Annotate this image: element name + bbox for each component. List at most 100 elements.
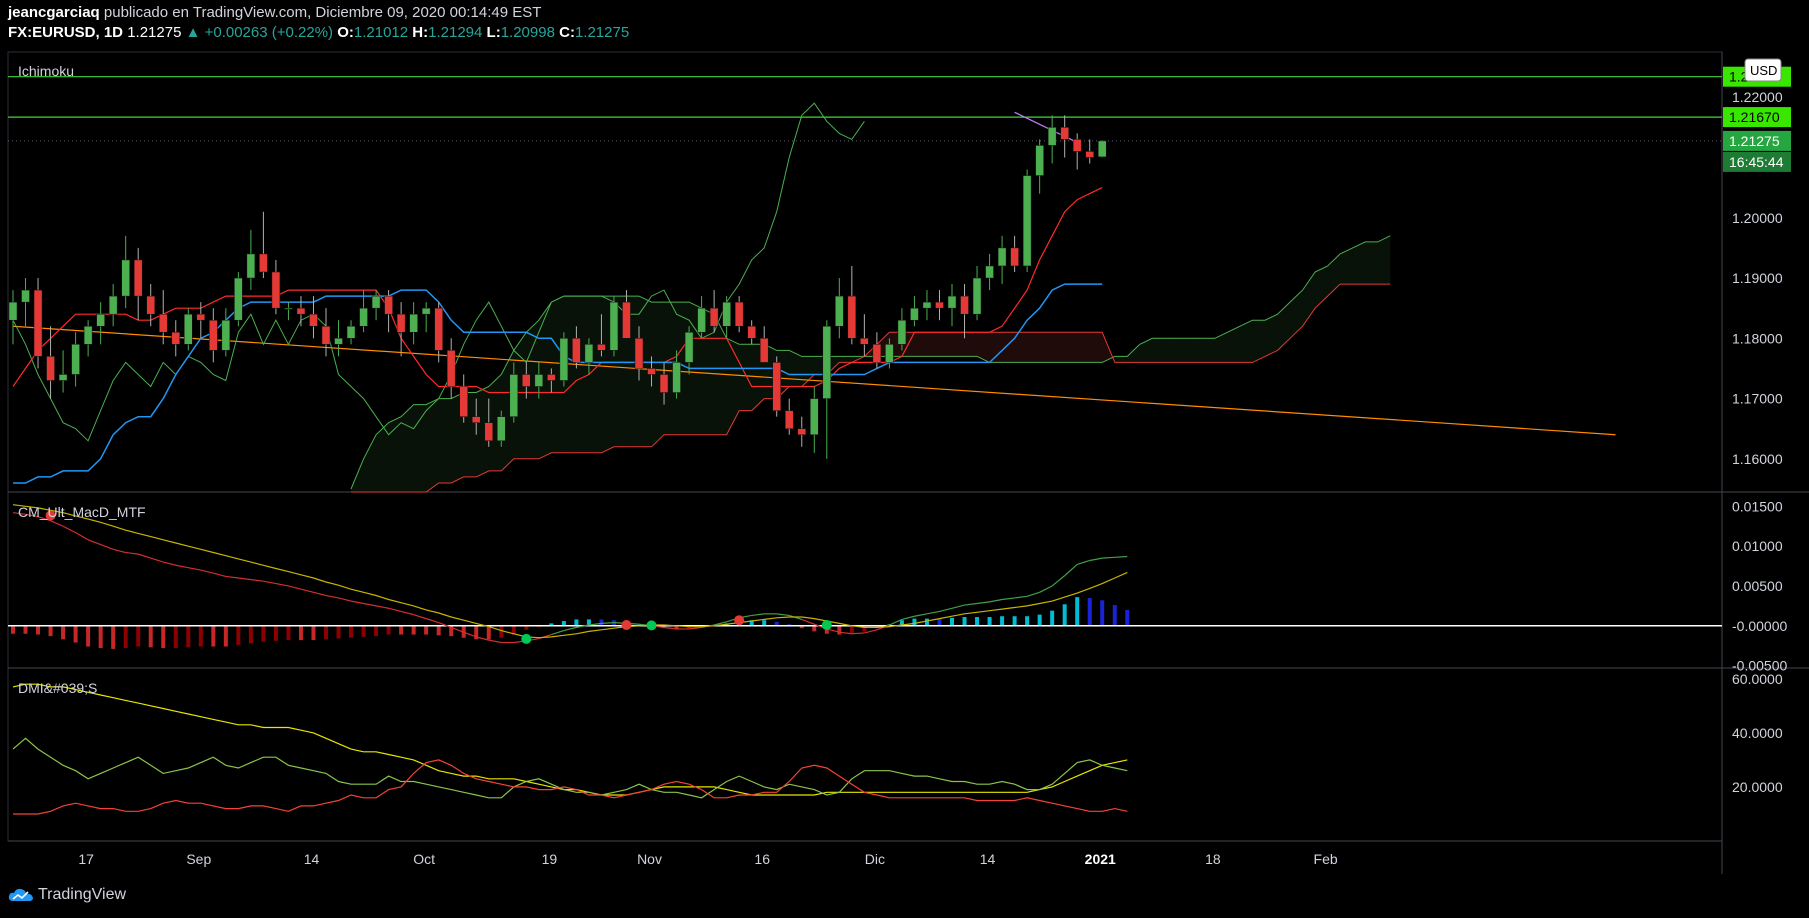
macd-histogram-bar	[173, 625, 178, 649]
macd-line-segment	[1089, 557, 1103, 562]
macd-line-segment	[1039, 585, 1053, 593]
kumo-cloud-segment	[989, 332, 1003, 363]
macd-histogram-bar	[1050, 610, 1055, 626]
bull-candle	[334, 338, 343, 345]
bullish-cross-dot	[521, 633, 532, 644]
plot-frame	[7, 51, 1723, 842]
time-tick-label: 19	[542, 851, 558, 867]
bear-candle	[309, 313, 318, 327]
bear-candle	[396, 313, 406, 333]
bear-candle	[321, 325, 331, 345]
macd-histogram-bar	[374, 625, 379, 637]
bear-candle	[434, 307, 443, 351]
kumo-cloud-segment	[576, 296, 589, 453]
bull-candle	[1047, 127, 1057, 146]
macd-histogram-bar	[148, 625, 153, 648]
tradingview-logo[interactable]: TradingView	[8, 886, 126, 904]
macd-line-segment	[1064, 564, 1078, 577]
macd-line-segment	[350, 600, 364, 605]
kumo-cloud-segment	[1214, 332, 1228, 363]
price-tick-label: 1.19000	[1732, 270, 1783, 286]
macd-line-segment	[313, 591, 327, 597]
bull-candle	[722, 301, 731, 327]
macd-line-segment	[1077, 559, 1090, 566]
macd-histogram-bar	[1000, 616, 1005, 626]
bull-candle	[922, 301, 932, 309]
macd-line-segment	[200, 569, 214, 574]
bull-candle	[96, 313, 105, 327]
macd-line-segment	[87, 539, 101, 546]
bear-candle	[935, 301, 944, 309]
di-plus-line	[12, 737, 1128, 799]
bear-candle	[196, 313, 206, 321]
macd-line-segment	[150, 557, 164, 563]
price-tick-label: 1.20000	[1732, 210, 1783, 226]
macd-line-segment	[275, 582, 289, 587]
bull-candle	[497, 416, 506, 442]
kumo-cloud-segment	[1202, 338, 1215, 363]
macd-line-segment	[989, 598, 1003, 603]
bear-candle	[171, 332, 181, 345]
chart-canvas[interactable]: Ichimoku CM_Ult_MacD_MTF DMI&#039;S 1.22…	[0, 0, 1809, 918]
footer: TradingView	[0, 874, 1809, 918]
level-price-label: 1.21670	[1729, 109, 1780, 125]
bull-candle	[246, 253, 256, 279]
macd-histogram-bar	[486, 625, 491, 640]
macd-line-segment	[926, 610, 940, 615]
pane-title: CM_Ult_MacD_MTF	[18, 504, 146, 520]
macd-histogram-bar	[837, 625, 842, 635]
macd-line-segment	[1051, 575, 1066, 587]
kumo-cloud-segment	[1127, 344, 1140, 363]
bear-candle	[522, 374, 531, 387]
bull-candle	[985, 265, 994, 279]
macd-histogram-bar	[1112, 605, 1117, 626]
macd-histogram-bar	[236, 625, 241, 645]
macd-line-segment	[62, 525, 76, 534]
time-tick-label: 16	[754, 851, 770, 867]
bull-candle	[371, 295, 381, 309]
macd-histogram-bar	[23, 625, 28, 634]
bear-candle	[459, 386, 468, 417]
bull-candle	[1097, 140, 1107, 158]
macd-tick-label: -0.00000	[1732, 618, 1787, 634]
kumo-cloud-segment	[739, 344, 752, 411]
macd-tick-label: 0.00500	[1732, 578, 1783, 594]
macd-histogram-bar	[1025, 616, 1030, 626]
macd-histogram-bar	[762, 620, 767, 626]
macd-line-segment	[776, 613, 790, 617]
macd-histogram-bar	[123, 625, 128, 649]
time-tick-label: 14	[980, 851, 996, 867]
macd-line-segment	[213, 572, 226, 577]
bear-candle	[1072, 139, 1082, 152]
bear-candle	[1010, 247, 1019, 267]
macd-line-segment	[1014, 595, 1028, 599]
kumo-cloud-segment	[1052, 332, 1065, 363]
macd-histogram-bar	[937, 618, 942, 626]
bull-candle	[697, 307, 706, 333]
bull-candle	[972, 277, 982, 315]
macd-histogram-bar	[361, 625, 366, 637]
bull-candle	[1035, 145, 1044, 176]
bull-candle	[672, 362, 681, 393]
macd-histogram-bar	[912, 618, 917, 626]
macd-histogram-bar	[324, 625, 328, 640]
macd-line-segment	[288, 585, 302, 590]
macd-histogram-bar	[1062, 604, 1067, 626]
macd-line-segment	[163, 561, 176, 566]
bull-candle	[885, 344, 894, 363]
bull-candle	[359, 307, 368, 327]
macd-line-segment	[388, 607, 402, 613]
macd-line-segment	[914, 613, 928, 617]
brand-name: TradingView	[38, 886, 127, 903]
macd-line-segment	[100, 544, 114, 550]
kumo-cloud-segment	[438, 398, 452, 483]
bear-candle	[960, 295, 969, 315]
macd-histogram-bar	[298, 625, 303, 641]
price-tick-label: 1.22000	[1732, 89, 1783, 105]
pane-title: Ichimoku	[18, 63, 74, 79]
kumo-cloud-segment	[1265, 314, 1278, 357]
bear-candle	[709, 307, 719, 327]
macd-histogram-bar	[223, 625, 228, 647]
bear-candle	[46, 356, 55, 381]
macd-line-segment	[488, 639, 502, 644]
